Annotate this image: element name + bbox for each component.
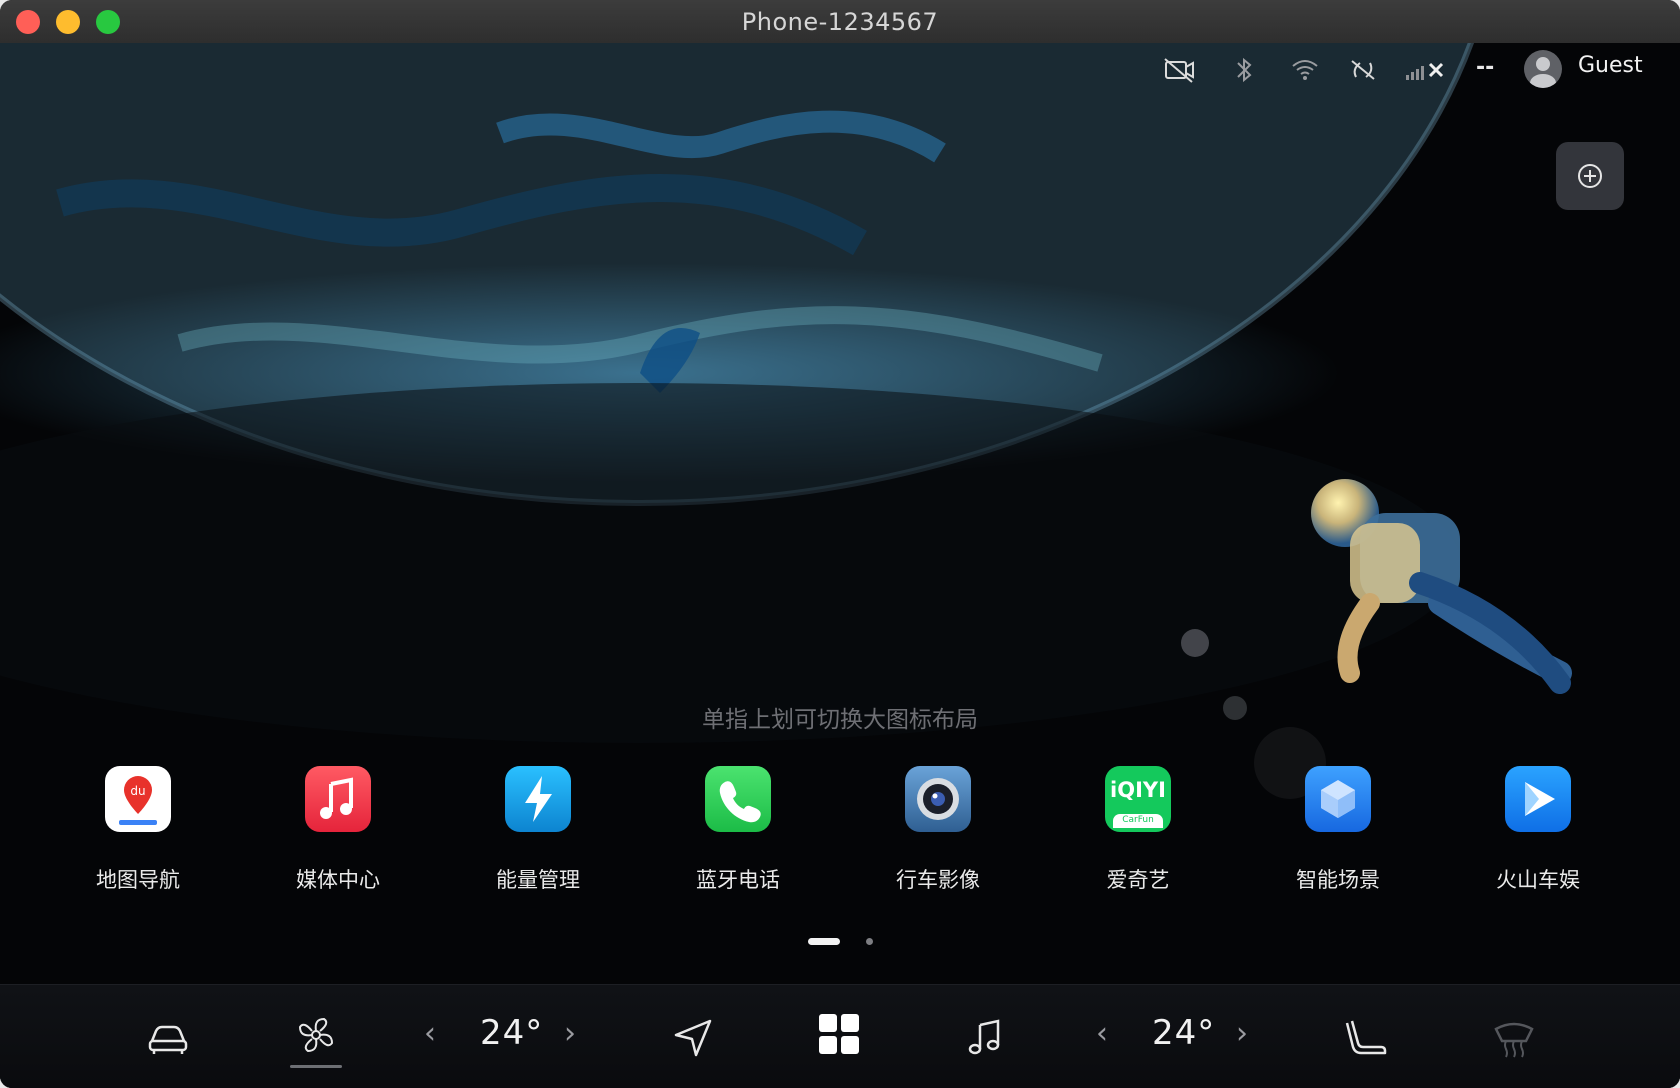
window-title: Phone-1234567 xyxy=(741,8,939,36)
layout-hint-text: 单指上划可切换大图标布局 xyxy=(702,707,978,733)
cube-icon xyxy=(1305,766,1371,832)
car-home-screen: -- Guest 单指上划可切换大图标布局 du 地图导航 媒体中心 能量管理 … xyxy=(0,43,1680,1088)
iqiyi-icon: iQIYI CarFun xyxy=(1105,766,1171,832)
app-label: 爱奇艺 xyxy=(1106,868,1170,892)
music-note-icon[interactable] xyxy=(962,1015,1010,1059)
app-label: 火山车娱 xyxy=(1496,868,1580,892)
avatar[interactable] xyxy=(1524,50,1562,88)
page-dot-active[interactable] xyxy=(808,938,840,945)
navigation-icon[interactable] xyxy=(670,1015,718,1059)
apps-grid-icon[interactable] xyxy=(816,1013,864,1057)
svg-text:du: du xyxy=(130,784,145,798)
title-bar: Phone-1234567 xyxy=(0,0,1680,44)
app-label: 媒体中心 xyxy=(296,868,380,892)
left-temperature: 24° xyxy=(480,1013,544,1053)
app-media-center[interactable]: 媒体中心 xyxy=(258,766,418,906)
map-navigation-icon: du xyxy=(105,766,171,832)
app-bluetooth-phone[interactable]: 蓝牙电话 xyxy=(658,766,818,906)
page-dot[interactable] xyxy=(866,938,873,945)
iqiyi-logo-subtext: CarFun xyxy=(1122,815,1154,825)
app-label: 能量管理 xyxy=(496,868,580,892)
add-widget-button[interactable] xyxy=(1556,142,1624,210)
right-temp-decrease-button[interactable]: ‹ xyxy=(1096,1016,1108,1051)
user-label[interactable]: Guest xyxy=(1578,53,1643,78)
app-smart-scene[interactable]: 智能场景 xyxy=(1258,766,1418,906)
play-icon xyxy=(1505,766,1571,832)
app-iqiyi[interactable]: iQIYI CarFun 爱奇艺 xyxy=(1058,766,1218,906)
iqiyi-logo-text: iQIYI xyxy=(1110,778,1166,802)
app-label: 地图导航 xyxy=(96,868,180,892)
bluetooth-icon xyxy=(1237,57,1252,83)
left-temp-decrease-button[interactable]: ‹ xyxy=(424,1016,436,1051)
page-indicator xyxy=(0,938,1680,946)
app-volcano-entertainment[interactable]: 火山车娱 xyxy=(1458,766,1618,906)
app-row: du 地图导航 媒体中心 能量管理 蓝牙电话 行车影像 iQIYI CarFun… xyxy=(0,766,1680,906)
camera-lens-icon xyxy=(905,766,971,832)
car-icon[interactable] xyxy=(144,1015,192,1059)
carrier-text: -- xyxy=(1476,55,1495,80)
fan-icon[interactable] xyxy=(292,1013,340,1057)
music-icon xyxy=(305,766,371,832)
app-map-navigation[interactable]: du 地图导航 xyxy=(58,766,218,906)
wifi-icon xyxy=(1292,60,1318,80)
energy-lightning-icon xyxy=(505,766,571,832)
signal-off-icon xyxy=(1351,60,1375,80)
user-icon xyxy=(1530,57,1556,88)
app-label: 行车影像 xyxy=(896,868,980,892)
app-driving-camera[interactable]: 行车影像 xyxy=(858,766,1018,906)
camera-off-icon xyxy=(1164,58,1194,83)
app-energy-management[interactable]: 能量管理 xyxy=(458,766,618,906)
app-label: 蓝牙电话 xyxy=(696,868,780,892)
right-temp-increase-button[interactable]: › xyxy=(1236,1016,1248,1051)
app-window: Phone-1234567 -- Guest 单指上划可切换大图标布局 du 地… xyxy=(0,0,1680,1088)
left-temp-increase-button[interactable]: › xyxy=(564,1016,576,1051)
seat-icon[interactable] xyxy=(1342,1015,1390,1059)
cellular-no-signal-icon xyxy=(1406,62,1444,80)
app-label: 智能场景 xyxy=(1296,868,1380,892)
phone-icon xyxy=(705,766,771,832)
right-temperature: 24° xyxy=(1152,1013,1216,1053)
rear-defrost-icon[interactable] xyxy=(1490,1015,1538,1059)
plus-circle-icon xyxy=(1578,164,1602,188)
fan-active-indicator xyxy=(290,1065,342,1068)
